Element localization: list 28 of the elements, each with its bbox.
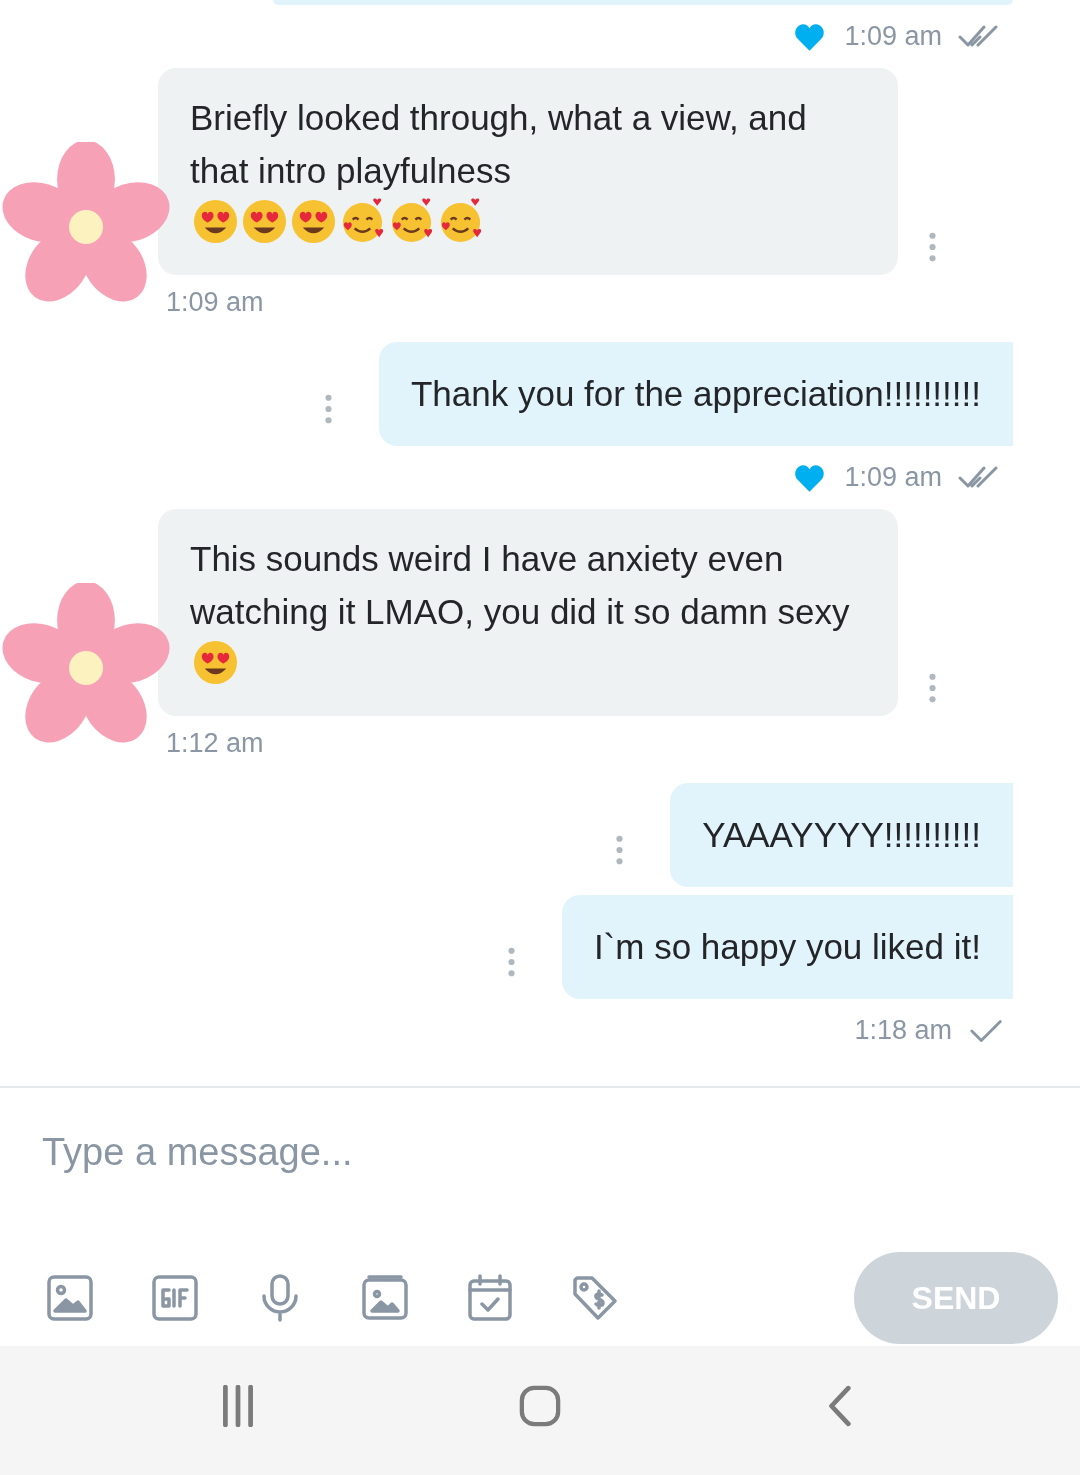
message-text: Briefly looked through, what a view, and that intro playfulness xyxy=(190,97,808,192)
image-icon[interactable] xyxy=(46,1274,94,1322)
heart-eyes-emoji-icon xyxy=(290,198,337,245)
message-input[interactable]: Type a message... xyxy=(0,1088,1080,1182)
heart-eyes-emoji-icon xyxy=(241,198,288,245)
message-text: YAAAYYYY!!!!!!!!!! xyxy=(670,783,1013,887)
heart-icon[interactable] xyxy=(793,21,827,52)
more-options-icon[interactable] xyxy=(928,232,937,262)
heart-eyes-emoji-icon xyxy=(192,639,239,686)
calendar-check-icon[interactable] xyxy=(466,1274,514,1322)
more-options-icon[interactable] xyxy=(615,835,625,865)
message-text: Thank you for the appreciation!!!!!!!!!! xyxy=(378,342,1013,446)
more-options-icon[interactable] xyxy=(323,394,333,424)
gallery-icon[interactable] xyxy=(361,1274,409,1322)
message-time: 1:18 am xyxy=(854,1015,952,1046)
more-options-icon[interactable] xyxy=(506,947,516,977)
more-options-icon[interactable] xyxy=(928,673,937,703)
heart-eyes-emoji-icon xyxy=(192,198,239,245)
message-time: 1:09 am xyxy=(844,462,942,493)
message-time: 1:09 am xyxy=(844,21,942,52)
message-time: 1:12 am xyxy=(165,727,265,760)
gif-icon[interactable] xyxy=(151,1274,199,1322)
home-icon[interactable] xyxy=(519,1384,561,1427)
price-tag-icon[interactable] xyxy=(571,1274,619,1322)
message-text: I`m so happy you liked it! xyxy=(561,895,1013,999)
heart-icon[interactable] xyxy=(793,462,827,493)
message-time: 1:09 am xyxy=(165,286,265,319)
message-text: This sounds weird I have anxiety even watching it LMAO, you did it so damn sexy xyxy=(190,538,851,633)
